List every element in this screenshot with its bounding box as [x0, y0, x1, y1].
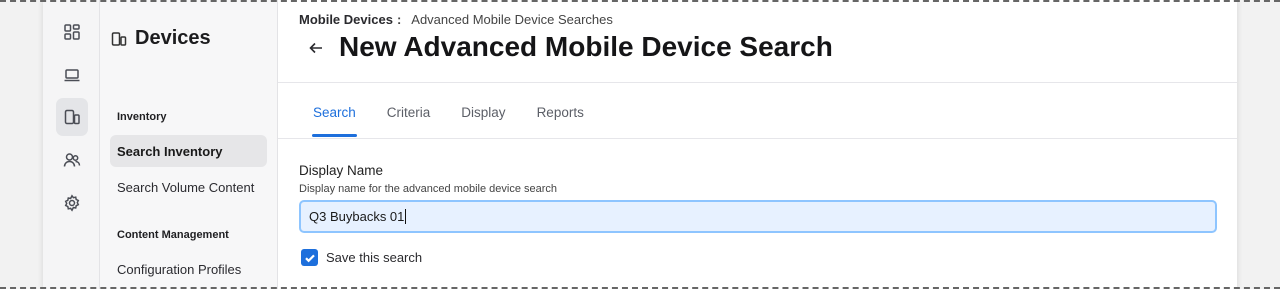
section-sidebar: Devices Inventory Search Inventory Searc…: [100, 0, 278, 289]
page-title: New Advanced Mobile Device Search: [339, 31, 833, 62]
tab-bar: Search Criteria Display Reports: [312, 105, 615, 137]
computer-icon[interactable]: [56, 56, 88, 94]
sidebar-title: Devices: [135, 27, 211, 49]
display-name-label: Display Name: [299, 163, 384, 178]
display-name-input[interactable]: Q3 Buybacks 01: [299, 200, 1217, 233]
mobile-devices-icon[interactable]: [56, 98, 88, 136]
tab-criteria[interactable]: Criteria: [387, 105, 431, 136]
tab-search[interactable]: Search: [312, 105, 357, 137]
app-window: Devices Inventory Search Inventory Searc…: [43, 0, 1237, 289]
header-divider: [278, 82, 1237, 83]
breadcrumb-current-link[interactable]: Advanced Mobile Device Searches: [411, 12, 613, 27]
display-name-help-text: Display name for the advanced mobile dev…: [299, 183, 558, 195]
settings-icon[interactable]: [56, 184, 88, 222]
dashboard-icon[interactable]: [56, 13, 88, 51]
mobile-devices-icon: [111, 31, 127, 46]
back-arrow-icon[interactable]: [308, 40, 324, 56]
sidebar-section-content-management: Content Management: [117, 229, 229, 241]
display-name-value: Q3 Buybacks 01: [309, 209, 405, 224]
save-search-label[interactable]: Save this search: [326, 250, 422, 265]
sidebar-item-search-volume-content[interactable]: Search Volume Content: [110, 171, 267, 203]
tabs-divider: [278, 138, 1237, 139]
tab-reports[interactable]: Reports: [537, 105, 584, 136]
sidebar-section-inventory: Inventory: [117, 111, 167, 123]
tab-display[interactable]: Display: [461, 105, 505, 136]
sidebar-header: Devices: [111, 27, 211, 50]
top-dashed-border: [0, 0, 1280, 2]
sidebar-item-configuration-profiles[interactable]: Configuration Profiles: [110, 253, 267, 285]
checkmark-icon: [304, 254, 315, 262]
icon-rail: [43, 0, 100, 289]
breadcrumb-separator: :: [396, 12, 402, 27]
sidebar-item-search-inventory[interactable]: Search Inventory: [110, 135, 267, 167]
text-caret: [405, 209, 407, 224]
main-content: Mobile Devices : Advanced Mobile Device …: [278, 0, 1237, 289]
users-icon[interactable]: [56, 141, 88, 179]
breadcrumb-root-link[interactable]: Mobile Devices: [299, 12, 393, 27]
save-search-checkbox[interactable]: [301, 249, 318, 266]
breadcrumb: Mobile Devices : Advanced Mobile Device …: [299, 12, 613, 27]
